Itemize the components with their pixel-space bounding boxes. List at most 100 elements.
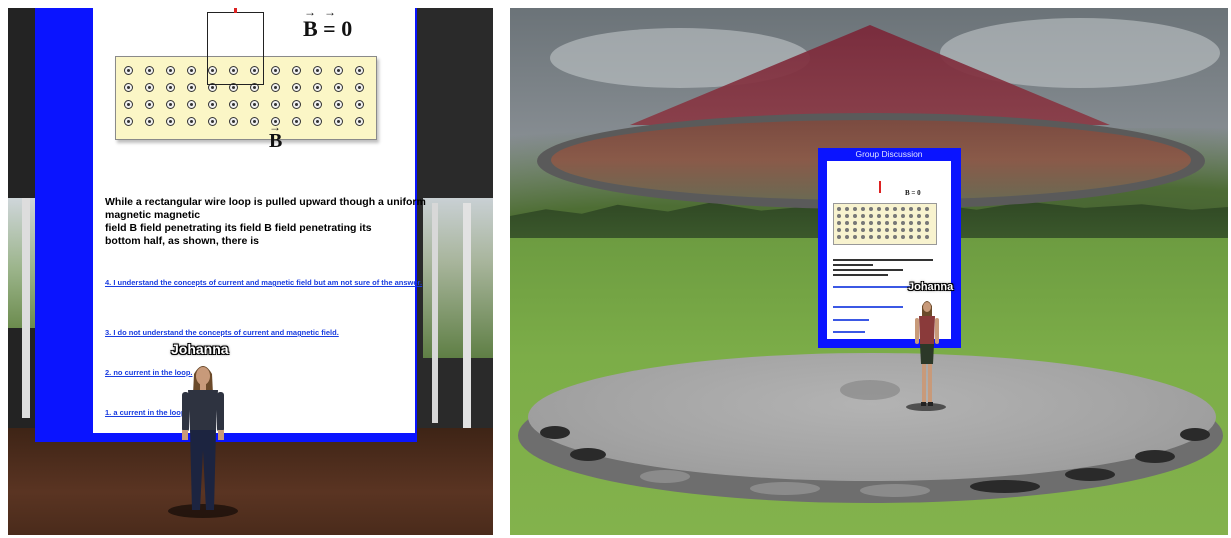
field-dot-icon bbox=[166, 66, 175, 75]
field-dot-icon bbox=[229, 100, 238, 109]
stage-platform bbox=[528, 353, 1216, 481]
field-dot-icon bbox=[355, 100, 364, 109]
field-dot-icon bbox=[187, 100, 196, 109]
answer-option-3[interactable]: 3. I do not understand the concepts of c… bbox=[105, 328, 339, 337]
field-dot-icon bbox=[271, 83, 280, 92]
right-3d-view[interactable]: Group Discussion B = 0 Johanna bbox=[510, 8, 1228, 535]
field-dot-icon bbox=[877, 228, 881, 232]
field-label: → B bbox=[269, 120, 282, 153]
field-dot-icon bbox=[208, 100, 217, 109]
avatar-figure-icon[interactable] bbox=[913, 298, 941, 408]
field-dot-icon bbox=[861, 207, 865, 211]
field-dot-icon bbox=[909, 235, 913, 239]
pillar-right bbox=[463, 203, 471, 433]
field-dot-icon bbox=[885, 228, 889, 232]
field-dot-icon bbox=[187, 66, 196, 75]
field-dot-icon bbox=[917, 228, 921, 232]
field-dot-icon bbox=[925, 235, 929, 239]
mini-field-diagram bbox=[833, 203, 937, 245]
field-dot-icon bbox=[925, 214, 929, 218]
field-dot-icon bbox=[313, 66, 322, 75]
field-dot-icon bbox=[909, 207, 913, 211]
field-dot-icon bbox=[145, 66, 154, 75]
field-dot-icon bbox=[853, 214, 857, 218]
field-dot-icon bbox=[885, 235, 889, 239]
pillar-left bbox=[22, 198, 30, 418]
field-dot-icon bbox=[901, 235, 905, 239]
left-3d-view[interactable]: → → B = 0 → B While a rectangular wire l… bbox=[8, 8, 493, 535]
field-dot-icon bbox=[861, 235, 865, 239]
field-dot-icon bbox=[166, 100, 175, 109]
field-dot-icon bbox=[853, 228, 857, 232]
mini-equation: B = 0 bbox=[905, 189, 921, 197]
mini-answer-3[interactable] bbox=[833, 306, 903, 308]
field-dot-icon bbox=[355, 117, 364, 126]
field-dot-icon bbox=[893, 221, 897, 225]
mini-question-line bbox=[833, 259, 933, 261]
field-dot-icon bbox=[869, 214, 873, 218]
mini-answer-2[interactable] bbox=[833, 319, 869, 321]
wire-loop bbox=[207, 12, 264, 85]
field-dot-icon bbox=[208, 117, 217, 126]
field-dot-icon bbox=[877, 214, 881, 218]
mini-question-line bbox=[833, 269, 903, 271]
avatar-figure-icon[interactable] bbox=[176, 360, 230, 515]
platform-vent bbox=[1135, 450, 1175, 463]
field-dot-icon bbox=[917, 214, 921, 218]
field-dot-icon bbox=[837, 207, 841, 211]
field-dot-icon bbox=[845, 221, 849, 225]
field-dot-icon bbox=[355, 66, 364, 75]
field-dot-icon bbox=[229, 117, 238, 126]
platform-vent bbox=[1180, 428, 1210, 441]
field-dot-icon bbox=[877, 221, 881, 225]
stage-marking bbox=[840, 380, 900, 400]
field-dot-icon bbox=[893, 207, 897, 211]
field-dot-icon bbox=[917, 235, 921, 239]
pull-direction-arrow bbox=[879, 181, 881, 193]
field-dot-icon bbox=[885, 221, 889, 225]
avatar-name-tag: Johanna bbox=[908, 281, 954, 293]
field-dot-icon bbox=[124, 100, 133, 109]
field-dot-icon bbox=[187, 117, 196, 126]
field-dot-icon bbox=[925, 228, 929, 232]
field-dot-icon bbox=[166, 117, 175, 126]
vector-arrow-icon: → bbox=[324, 8, 336, 19]
field-dot-icon bbox=[917, 221, 921, 225]
field-dot-icon bbox=[187, 83, 196, 92]
mini-question-line bbox=[833, 264, 873, 266]
field-dot-icon bbox=[334, 100, 343, 109]
field-dot-icon bbox=[292, 100, 301, 109]
field-dot-icon bbox=[893, 214, 897, 218]
field-dot-icon bbox=[313, 83, 322, 92]
field-dot-icon bbox=[909, 221, 913, 225]
pillar-right-inner bbox=[432, 203, 438, 423]
field-dot-icon bbox=[145, 100, 154, 109]
field-dot-icon bbox=[145, 83, 154, 92]
field-dot-icon bbox=[909, 214, 913, 218]
presentation-board[interactable]: → → B = 0 → B While a rectangular wire l… bbox=[93, 8, 426, 433]
platform-vent bbox=[570, 448, 606, 461]
field-dot-icon bbox=[837, 214, 841, 218]
field-dot-icon bbox=[925, 221, 929, 225]
field-dot-icon bbox=[877, 235, 881, 239]
field-dot-icon bbox=[271, 100, 280, 109]
field-dot-icon bbox=[355, 83, 364, 92]
mini-answer-1[interactable] bbox=[833, 331, 865, 333]
field-dot-icon bbox=[869, 207, 873, 211]
field-dot-icon bbox=[845, 214, 849, 218]
platform-vent bbox=[970, 480, 1040, 493]
field-dot-icon bbox=[893, 235, 897, 239]
vector-arrow-icon: → bbox=[304, 8, 316, 19]
platform-vent bbox=[640, 470, 690, 483]
field-dot-icon bbox=[250, 100, 259, 109]
field-dot-icon bbox=[893, 228, 897, 232]
pull-direction-arrow bbox=[234, 8, 237, 13]
question-line: magnetic magnetic bbox=[105, 209, 201, 221]
field-dot-icon bbox=[124, 117, 133, 126]
answer-option-4[interactable]: 4. I understand the concepts of current … bbox=[105, 278, 422, 287]
field-dot-icon bbox=[885, 214, 889, 218]
equation-label: → → B = 0 bbox=[303, 8, 352, 42]
field-dot-icon bbox=[845, 207, 849, 211]
question-text: While a rectangular wire loop is pulled … bbox=[105, 196, 426, 248]
field-dot-icon bbox=[901, 228, 905, 232]
